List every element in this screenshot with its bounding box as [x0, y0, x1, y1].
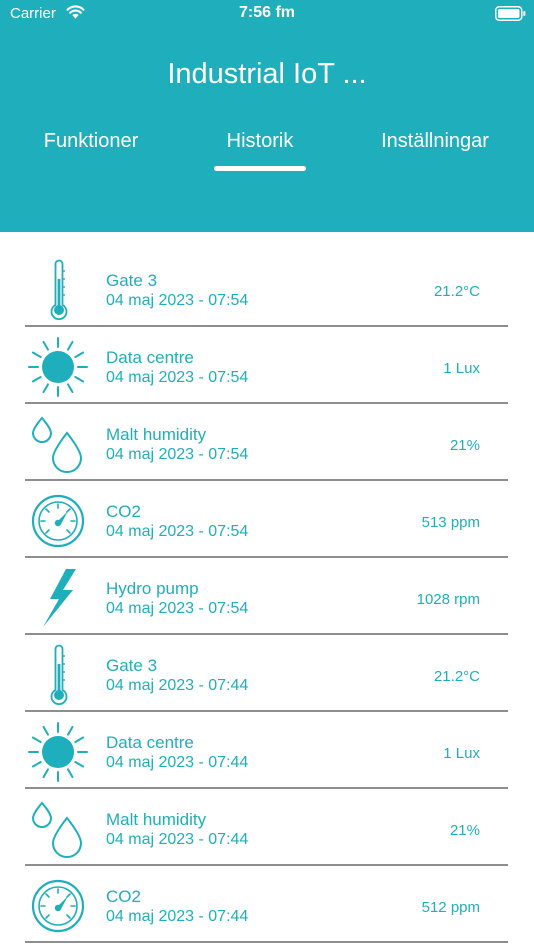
lightning-icon [43, 569, 76, 627]
history-row[interactable]: Gate 3 04 maj 2023 - 07:44 21.2°C [0, 635, 534, 712]
sun-icon [28, 337, 88, 397]
history-row[interactable]: CO2 04 maj 2023 - 07:44 512 ppm [0, 866, 534, 943]
sensor-name: CO2 [106, 502, 141, 521]
reading-timestamp: 04 maj 2023 - 07:44 [106, 831, 249, 848]
reading-value: 512 ppm [421, 899, 480, 916]
reading-value: 21% [449, 822, 480, 839]
app-title: Industrial IoT ... [167, 58, 367, 90]
water-drops-icon [31, 801, 83, 858]
reading-timestamp: 04 maj 2023 - 07:54 [106, 292, 249, 309]
thermometer-icon [50, 644, 68, 706]
reading-timestamp: 04 maj 2023 - 07:54 [106, 369, 249, 386]
reading-value: 1028 rpm [416, 591, 480, 608]
sensor-name: CO2 [106, 887, 141, 906]
sensor-name: Malt humidity [106, 810, 207, 829]
tab-funktioner[interactable]: Funktioner [2, 130, 180, 153]
history-row[interactable]: Hydro pump 04 maj 2023 - 07:54 1028 rpm [0, 558, 534, 635]
thermometer-icon [50, 259, 68, 321]
sensor-name: Gate 3 [106, 656, 158, 675]
reading-timestamp: 04 maj 2023 - 07:44 [106, 908, 249, 925]
sensor-name: Data centre [106, 733, 194, 752]
reading-timestamp: 04 maj 2023 - 07:54 [106, 523, 249, 540]
app-header: Carrier 7:56 fm Industrial IoT ... Funkt… [0, 0, 534, 232]
sun-icon [28, 722, 88, 782]
history-row[interactable]: Gate 3 04 maj 2023 - 07:54 21.2°C [0, 250, 534, 327]
history-row[interactable]: Malt humidity 04 maj 2023 - 07:54 21% [0, 404, 534, 481]
sensor-name: Hydro pump [106, 579, 199, 598]
gauge-icon [31, 879, 85, 933]
history-row[interactable]: Data centre 04 maj 2023 - 07:44 1 Lux [0, 712, 534, 789]
reading-value: 1 Lux [443, 360, 480, 377]
status-time: 7:56 fm [238, 4, 296, 21]
tab-historik[interactable]: Historik [171, 130, 349, 153]
sensor-name: Data centre [106, 348, 194, 367]
reading-value: 513 ppm [421, 514, 480, 531]
reading-timestamp: 04 maj 2023 - 07:54 [106, 446, 249, 463]
tab-installningar[interactable]: Inställningar [346, 130, 524, 153]
reading-value: 21% [449, 437, 480, 454]
history-list: Gate 3 04 maj 2023 - 07:54 21.2°C Data cen… [0, 250, 534, 943]
reading-value: 1 Lux [443, 745, 480, 762]
sensor-name: Gate 3 [106, 271, 158, 290]
sensor-name: Malt humidity [106, 425, 207, 444]
history-row[interactable]: Data centre 04 maj 2023 - 07:54 1 Lux [0, 327, 534, 404]
status-bar: Carrier 7:56 fm [0, 0, 534, 30]
tab-bar: Funktioner Historik Inställningar [0, 130, 534, 176]
reading-timestamp: 04 maj 2023 - 07:44 [106, 677, 249, 694]
reading-value: 21.2°C [433, 283, 480, 300]
history-row[interactable]: Malt humidity 04 maj 2023 - 07:44 21% [0, 789, 534, 866]
reading-timestamp: 04 maj 2023 - 07:44 [106, 754, 249, 771]
reading-timestamp: 04 maj 2023 - 07:54 [106, 600, 249, 617]
water-drops-icon [31, 416, 83, 473]
gauge-icon [31, 494, 85, 548]
battery-icon [495, 6, 526, 21]
reading-value: 21.2°C [433, 668, 480, 685]
history-row[interactable]: CO2 04 maj 2023 - 07:54 513 ppm [0, 481, 534, 558]
active-tab-indicator [214, 166, 306, 171]
